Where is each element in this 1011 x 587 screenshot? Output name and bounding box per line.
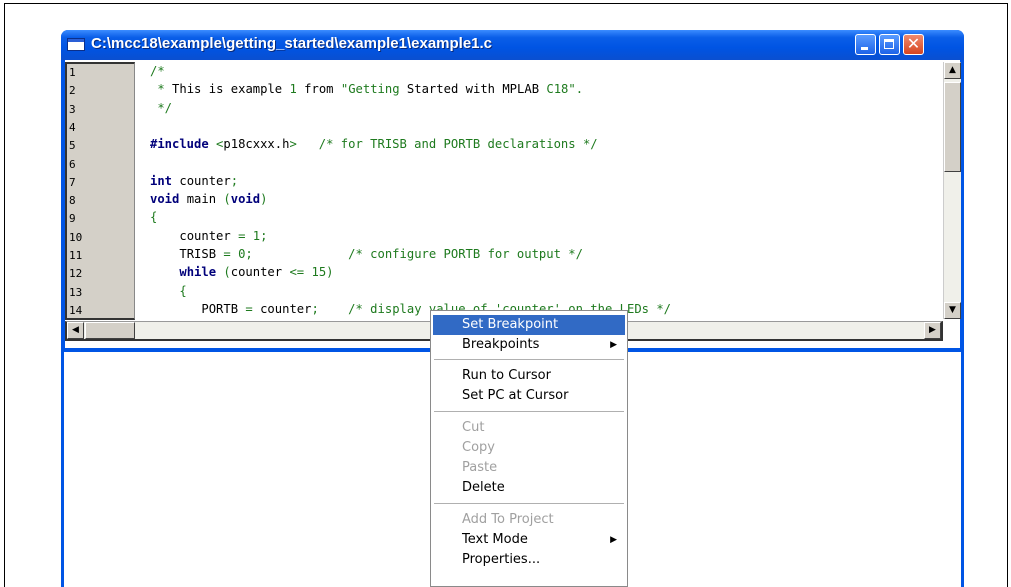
menu-item-text-mode[interactable]: Text Mode ▶ bbox=[433, 530, 625, 550]
maximize-button[interactable] bbox=[879, 34, 900, 55]
menu-item-breakpoints[interactable]: Breakpoints ▶ bbox=[433, 335, 625, 355]
window-title: C:\mcc18\example\getting_started\example… bbox=[91, 35, 493, 52]
menu-item-label: Delete bbox=[462, 480, 505, 495]
minimize-button[interactable] bbox=[855, 34, 876, 55]
line-number: 11 bbox=[69, 249, 83, 262]
menu-item-cut[interactable]: Cut bbox=[433, 418, 625, 438]
line-number: 3 bbox=[69, 102, 76, 116]
code-editor[interactable]: 1 2 3 4 5 6 7 8 9 10 11 12 13 14 /* * This is example… bbox=[65, 62, 943, 322]
scroll-right-button[interactable]: ▶ bbox=[924, 322, 941, 339]
menu-item-label: Breakpoints bbox=[462, 337, 540, 352]
scroll-left-button[interactable]: ◀ bbox=[67, 322, 84, 339]
window-icon bbox=[67, 38, 85, 51]
code-line[interactable]: TRISB = 0; /* configure PORTB for output… bbox=[150, 247, 583, 261]
horizontal-scroll-thumb[interactable] bbox=[85, 322, 135, 339]
code-line[interactable]: void main (void) bbox=[150, 192, 267, 206]
menu-item-run-to-cursor[interactable]: Run to Cursor bbox=[433, 366, 625, 386]
minimize-icon bbox=[861, 47, 868, 50]
line-number: 7 bbox=[69, 175, 76, 189]
menu-item-copy[interactable]: Copy bbox=[433, 438, 625, 458]
line-number: 10 bbox=[69, 230, 83, 244]
menu-item-properties[interactable]: Properties... bbox=[433, 550, 625, 570]
menu-item-label: Add To Project bbox=[462, 512, 554, 527]
editor-client-area: 1 2 3 4 5 6 7 8 9 10 11 12 13 14 /* * This is example… bbox=[65, 60, 961, 348]
code-line[interactable]: * This is example 1 from "Getting Starte… bbox=[150, 82, 583, 96]
line-number: 9 bbox=[69, 212, 76, 226]
scroll-down-button[interactable]: ▼ bbox=[944, 302, 961, 319]
menu-item-label: Copy bbox=[462, 440, 495, 455]
menu-item-label: Cut bbox=[462, 420, 485, 435]
menu-separator bbox=[434, 411, 624, 412]
code-line[interactable]: /* bbox=[150, 64, 165, 78]
line-number: 2 bbox=[69, 84, 76, 98]
line-number: 8 bbox=[69, 194, 76, 208]
code-line[interactable]: while (counter <= 15) bbox=[150, 265, 333, 279]
menu-item-delete[interactable]: Delete bbox=[433, 478, 625, 498]
code-line[interactable]: { bbox=[150, 284, 186, 298]
menu-item-label: Paste bbox=[462, 460, 498, 475]
maximize-icon bbox=[884, 39, 894, 49]
menu-item-set-pc-at-cursor[interactable]: Set PC at Cursor bbox=[433, 386, 625, 406]
menu-item-label: Set PC at Cursor bbox=[462, 388, 569, 403]
code-line[interactable]: */ bbox=[150, 101, 172, 115]
code-line[interactable]: int counter; bbox=[150, 174, 238, 188]
line-number: 5 bbox=[69, 139, 76, 153]
menu-item-label: Set Breakpoint bbox=[462, 317, 559, 332]
menu-item-label: Properties... bbox=[462, 552, 541, 567]
line-number: 1 bbox=[69, 66, 76, 79]
close-icon: ✕ bbox=[906, 34, 921, 53]
submenu-arrow-icon: ▶ bbox=[610, 340, 617, 350]
menu-item-set-breakpoint[interactable]: Set Breakpoint bbox=[433, 315, 625, 335]
menu-separator bbox=[434, 359, 624, 360]
line-number: 14 bbox=[69, 303, 83, 317]
editor-window: C:\mcc18\example\getting_started\example… bbox=[61, 30, 964, 352]
code-line[interactable]: counter = 1; bbox=[150, 229, 267, 243]
line-number: 4 bbox=[69, 120, 76, 134]
line-number: 6 bbox=[69, 157, 76, 171]
menu-item-label: Run to Cursor bbox=[462, 368, 551, 383]
line-number-gutter[interactable]: 1 2 3 4 5 6 7 8 9 10 11 12 13 14 bbox=[65, 62, 135, 320]
vertical-scroll-thumb[interactable] bbox=[944, 82, 961, 172]
context-menu: Set Breakpoint Breakpoints ▶ Run to Cursor S… bbox=[430, 310, 628, 587]
code-line[interactable]: #include <p18cxxx.h> /* for TRISB and PO… bbox=[150, 137, 598, 151]
menu-item-label: Text Mode bbox=[462, 532, 528, 547]
scroll-up-button[interactable]: ▲ bbox=[944, 62, 961, 79]
title-bar[interactable]: C:\mcc18\example\getting_started\example… bbox=[61, 30, 964, 60]
line-number: 13 bbox=[69, 285, 83, 299]
menu-item-add-to-project[interactable]: Add To Project bbox=[433, 510, 625, 530]
menu-item-paste[interactable]: Paste bbox=[433, 458, 625, 478]
close-button[interactable]: ✕ bbox=[903, 34, 924, 55]
vertical-scrollbar[interactable]: ▲ ▼ bbox=[943, 62, 961, 319]
submenu-arrow-icon: ▶ bbox=[610, 535, 617, 545]
code-line[interactable]: { bbox=[150, 210, 157, 224]
menu-separator bbox=[434, 503, 624, 504]
line-number: 12 bbox=[69, 267, 83, 281]
